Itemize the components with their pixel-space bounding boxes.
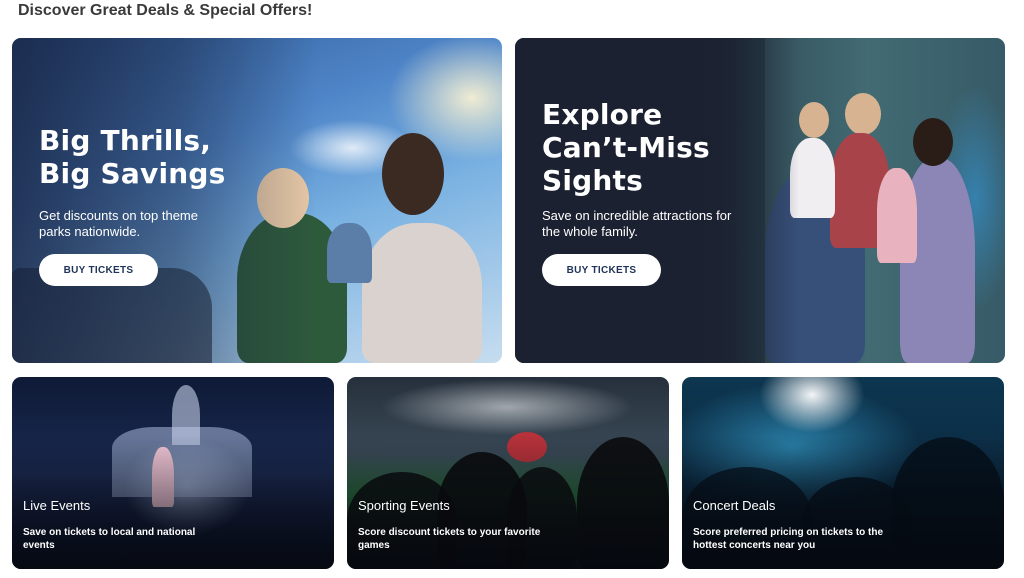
- promo-description: Save on incredible attractions for the w…: [542, 208, 732, 239]
- text-backdrop: [12, 38, 316, 363]
- category-card-sporting-events[interactable]: Sporting Events Score discount tickets t…: [347, 377, 669, 569]
- promo-title: Big Thrills, Big Savings: [39, 124, 226, 190]
- category-card-concert-deals[interactable]: Concert Deals Score preferred pricing on…: [682, 377, 1004, 569]
- promo-card-theme-parks[interactable]: Big Thrills, Big Savings Get discounts o…: [12, 38, 502, 363]
- buy-tickets-button[interactable]: BUY TICKETS: [542, 254, 661, 286]
- category-title: Concert Deals: [693, 498, 776, 513]
- page-heading: Discover Great Deals & Special Offers!: [18, 2, 313, 19]
- category-card-live-events[interactable]: Live Events Save on tickets to local and…: [12, 377, 334, 569]
- text-backdrop: [515, 38, 800, 363]
- promo-description: Get discounts on top theme parks nationw…: [39, 208, 198, 239]
- category-title: Live Events: [23, 498, 91, 513]
- promo-title: Explore Can’t-Miss Sights: [542, 98, 710, 197]
- category-description: Save on tickets to local and national ev…: [23, 527, 196, 551]
- category-description: Score discount tickets to your favorite …: [358, 527, 541, 551]
- category-title: Sporting Events: [358, 498, 450, 513]
- buy-tickets-button[interactable]: BUY TICKETS: [39, 254, 158, 286]
- category-description: Score preferred pricing on tickets to th…: [693, 527, 884, 551]
- promo-card-attractions[interactable]: Explore Can’t-Miss Sights Save on incred…: [515, 38, 1005, 363]
